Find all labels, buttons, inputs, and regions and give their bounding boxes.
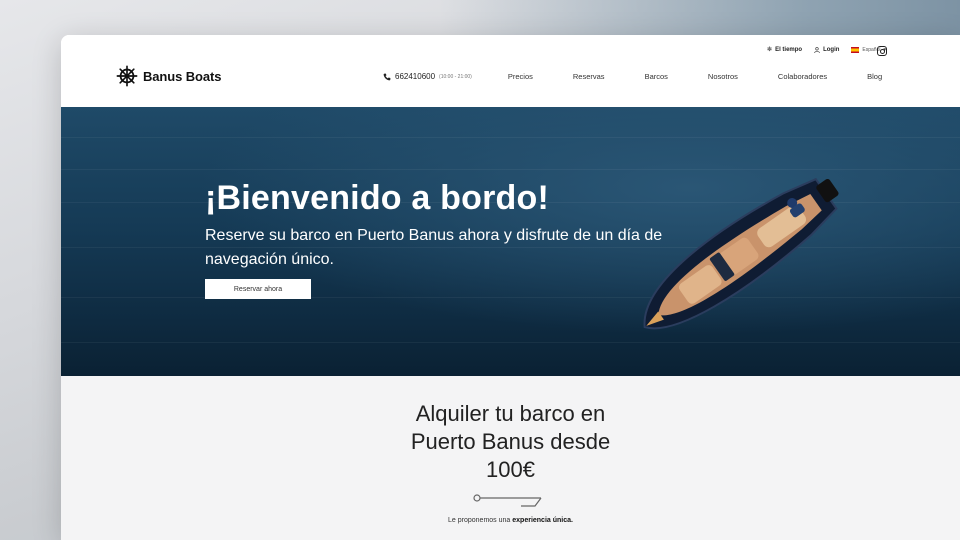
phone-number: 662410600 — [395, 72, 436, 81]
rope-divider-icon — [473, 494, 542, 507]
main-navigation: 662410600 (10:00 - 21:00) Precios Reserv… — [383, 72, 882, 81]
intro-section: Alquiler tu barco en Puerto Banus desde … — [61, 376, 960, 540]
hero-title: ¡Bienvenido a bordo! — [205, 179, 549, 217]
intro-title-price: 100€ — [486, 457, 535, 482]
site-header: ✻ El tiempo Login Español ▾ Banus Boats … — [61, 35, 960, 107]
nav-item-precios[interactable]: Precios — [508, 72, 533, 81]
weather-icon: ✻ — [767, 47, 773, 53]
phone-hours: (10:00 - 21:00) — [439, 73, 472, 80]
hero-banner: ¡Bienvenido a bordo! Reserve su barco en… — [61, 107, 960, 376]
user-icon — [814, 46, 820, 53]
weather-link[interactable]: ✻ El tiempo — [767, 46, 803, 54]
reserve-now-button[interactable]: Reservar ahora — [205, 279, 311, 299]
login-link[interactable]: Login — [814, 47, 839, 53]
intro-text-prefix: Le proponemos una — [448, 517, 511, 524]
brand-logo[interactable]: Banus Boats — [116, 65, 221, 87]
ship-wheel-icon — [116, 65, 138, 87]
intro-title-line: Alquiler tu barco en — [415, 401, 606, 426]
weather-label: El tiempo — [775, 46, 803, 53]
nav-item-blog[interactable]: Blog — [867, 72, 882, 81]
nav-item-barcos[interactable]: Barcos — [645, 72, 668, 81]
intro-text: Le proponemos una experiencia única. — [61, 517, 960, 524]
hero-subtitle: Reserve su barco en Puerto Banus ahora y… — [205, 227, 663, 268]
brand-name: Banus Boats — [143, 68, 222, 84]
browser-page: ✻ El tiempo Login Español ▾ Banus Boats … — [61, 35, 960, 540]
login-label: Login — [823, 46, 840, 53]
spain-flag-icon — [851, 46, 860, 53]
instagram-icon[interactable] — [877, 46, 887, 56]
phone-contact[interactable]: 662410600 (10:00 - 21:00) — [383, 72, 472, 81]
nav-item-colaboradores[interactable]: Colaboradores — [778, 72, 827, 81]
nav-item-nosotros[interactable]: Nosotros — [708, 72, 738, 81]
sea-ripple — [61, 137, 960, 138]
phone-icon — [383, 73, 391, 80]
intro-text-highlight: experiencia única. — [512, 517, 573, 524]
intro-title: Alquiler tu barco en Puerto Banus desde … — [61, 400, 960, 484]
top-utility-bar: ✻ El tiempo Login Español ▾ — [767, 46, 886, 53]
intro-title-line: Puerto Banus desde — [410, 429, 611, 454]
nav-item-reservas[interactable]: Reservas — [573, 72, 605, 81]
